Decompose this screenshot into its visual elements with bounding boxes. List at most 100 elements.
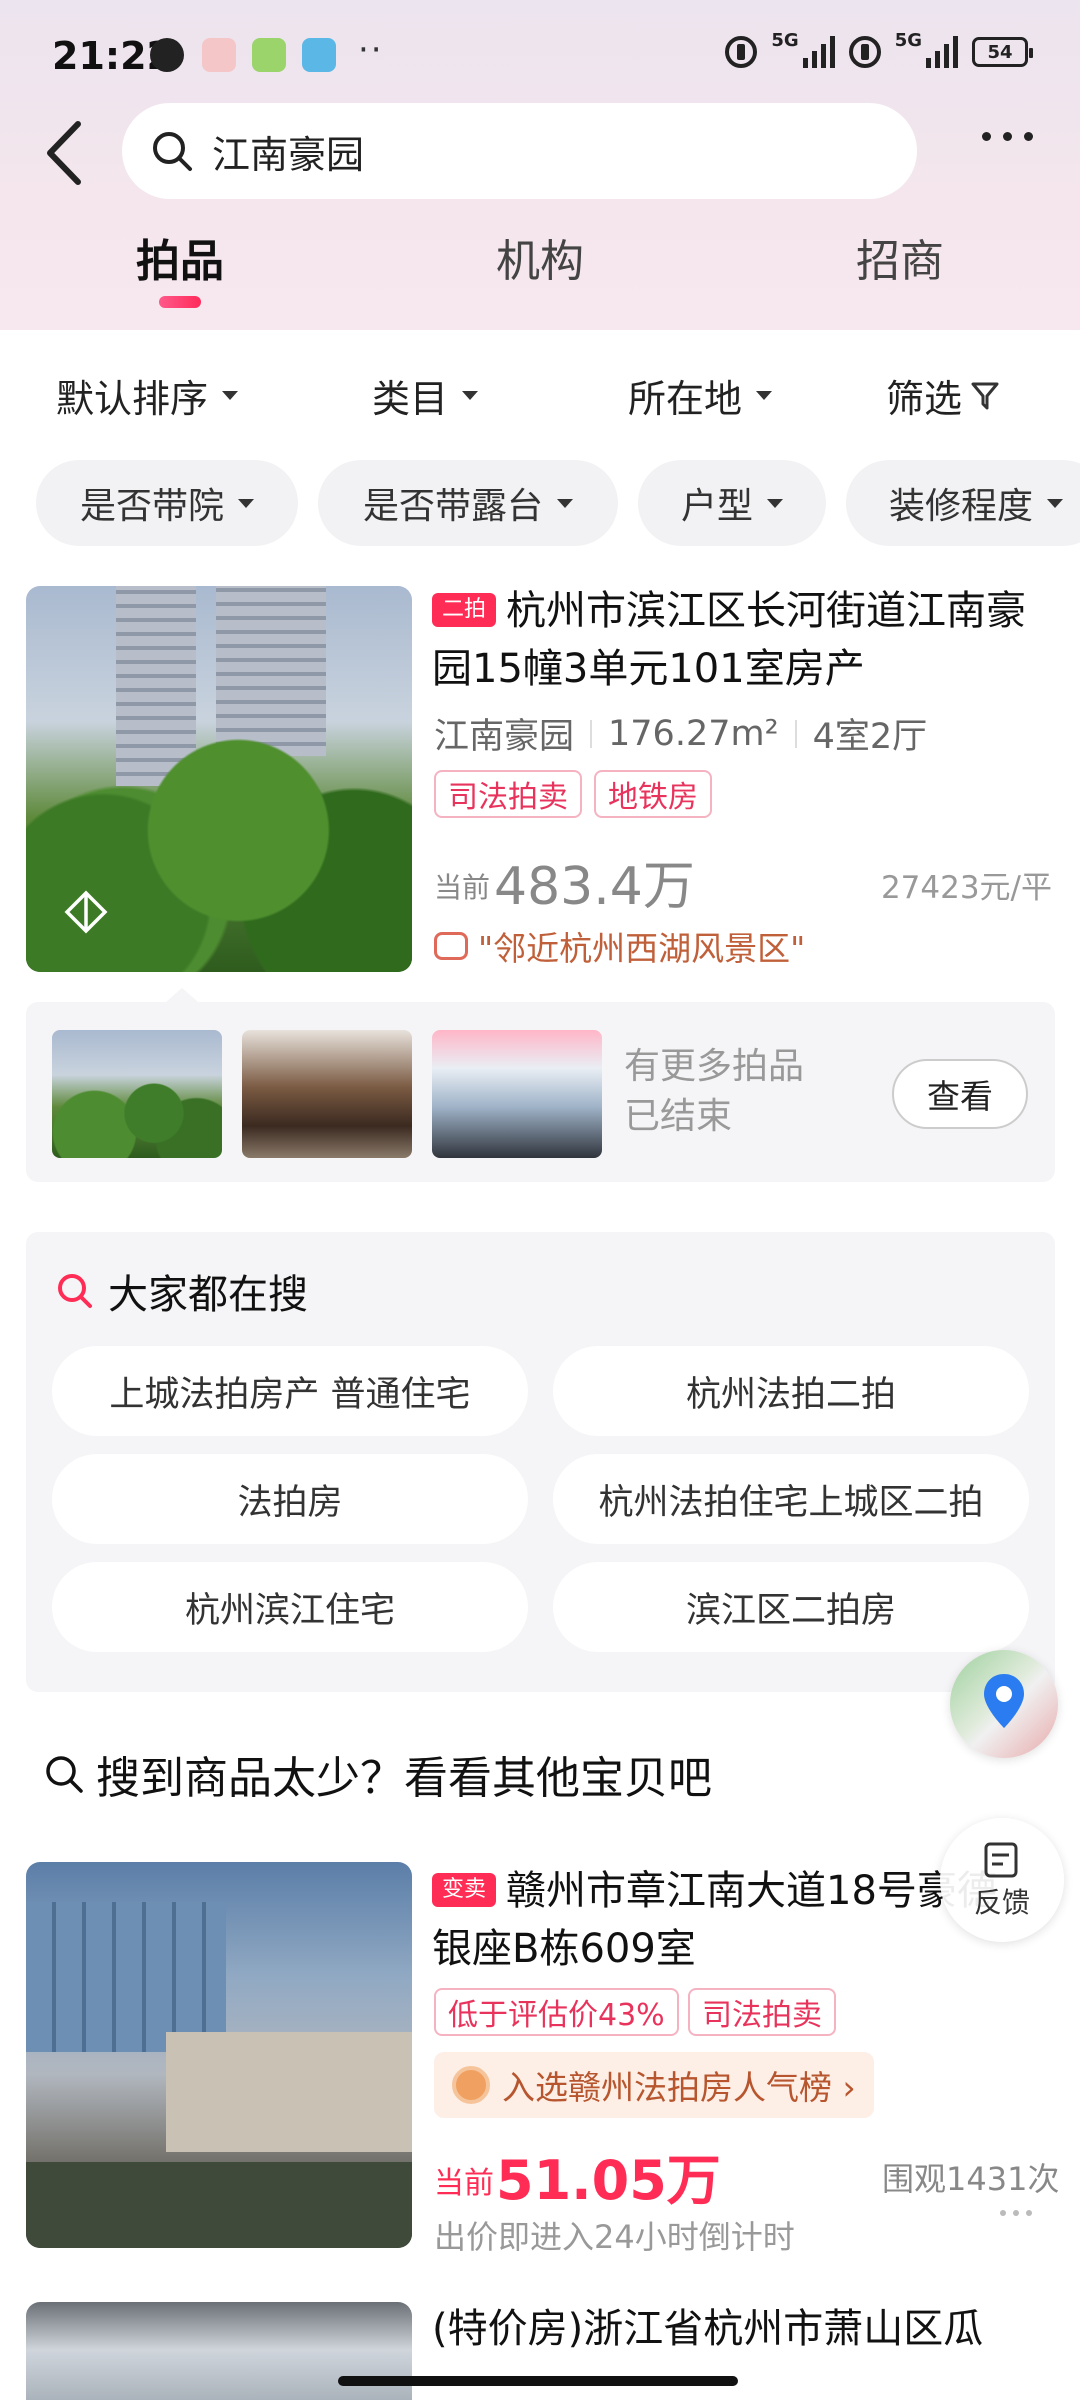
chip-floorplan[interactable]: 户型	[638, 460, 826, 546]
popular-searches-title: 大家都在搜	[56, 1262, 308, 1320]
popular-searches-title-text: 大家都在搜	[108, 1272, 308, 1318]
listing-meta: 江南豪园 176.27m² 4室2厅	[434, 708, 927, 759]
building-shape	[26, 1902, 226, 2052]
listing-photo[interactable]	[26, 1862, 412, 2248]
few-results-heading: 搜到商品太少？看看其他宝贝吧	[44, 1742, 712, 1806]
more-items-line1: 有更多拍品	[624, 1046, 805, 1087]
translate-app-icon	[302, 38, 336, 72]
network-type: 5G	[894, 29, 922, 51]
tree-shape	[26, 736, 412, 972]
popular-search-item[interactable]: 杭州法拍住宅上城区二拍	[553, 1454, 1029, 1544]
popular-search-item[interactable]: 杭州法拍二拍	[553, 1346, 1029, 1436]
back-arrow-icon[interactable]	[42, 118, 92, 188]
vr-view-icon[interactable]	[64, 890, 108, 934]
listing-title-text: 杭州市滨江区长河街道江南豪园15幢3单元101室房产	[432, 588, 1027, 692]
status-bar: 21:22 ·· 5G 5G 54	[0, 0, 1080, 110]
bear-app-icon	[150, 38, 184, 72]
ground-shape	[26, 2162, 412, 2248]
divider	[794, 719, 797, 748]
quote-text: "邻近杭州西湖风景区"	[478, 929, 806, 968]
caret-down-icon	[462, 391, 479, 400]
funnel-icon	[971, 382, 999, 409]
rank-text: 入选赣州法拍房人气榜 ›	[502, 2068, 856, 2107]
more-notifications-icon: ··	[358, 30, 384, 70]
search-icon	[153, 132, 192, 171]
location-pin-icon	[984, 1674, 1024, 1728]
caret-down-icon	[238, 498, 254, 508]
search-query: 江南豪园	[212, 132, 365, 177]
map-location-button[interactable]	[950, 1650, 1058, 1758]
second-auction-badge: 二拍	[432, 593, 497, 627]
listing-title[interactable]: 二拍 杭州市滨江区长河街道江南豪园15幢3单元101室房产	[432, 582, 1052, 698]
caret-down-icon	[222, 391, 239, 400]
current-price: 51.05万	[496, 2149, 721, 2212]
countdown-note: 出价即进入24小时倒计时	[434, 2218, 795, 2256]
view-more-button[interactable]: 查看	[892, 1059, 1028, 1129]
feedback-button[interactable]: 反馈	[940, 1818, 1064, 1942]
popular-searches-panel: 大家都在搜 上城法拍房产 普通住宅 杭州法拍二拍 法拍房 杭州法拍住宅上城区二拍…	[26, 1232, 1055, 1692]
chip-terrace[interactable]: 是否带露台	[318, 460, 618, 546]
tab-bar: 拍品 机构 招商	[0, 225, 1080, 325]
search-icon	[46, 1756, 83, 1793]
listing-title[interactable]: (特价房)浙江省杭州市萧山区瓜	[432, 2300, 1052, 2358]
tag-below-valuation: 低于评估价43%	[434, 1988, 679, 2036]
price-label: 当前	[434, 2166, 494, 2201]
quick-filter-chips: 是否带院 是否带露台 户型 装修程度	[0, 460, 1080, 546]
tab-auction-items[interactable]: 拍品	[136, 225, 224, 289]
thumbnail-1[interactable]	[52, 1030, 222, 1158]
medal-icon	[452, 2066, 490, 2104]
caret-down-icon	[557, 498, 573, 508]
popular-search-item[interactable]: 法拍房	[52, 1454, 528, 1544]
popular-search-item[interactable]: 上城法拍房产 普通住宅	[52, 1346, 528, 1436]
more-items-line2: 已结束	[624, 1096, 733, 1137]
sort-filter[interactable]: 默认排序	[56, 368, 239, 423]
battery-icon: 54	[972, 37, 1033, 67]
tag-judicial-auction: 司法拍卖	[434, 770, 582, 818]
search-icon	[58, 1274, 92, 1308]
more-options-icon[interactable]	[982, 132, 1033, 141]
tag-judicial-auction: 司法拍卖	[688, 1988, 836, 2036]
search-bar[interactable]: 江南豪园	[122, 103, 917, 199]
caret-down-icon	[756, 391, 773, 400]
view-count: 围观1431次	[882, 2160, 1060, 2198]
chat-bubble-icon	[434, 932, 468, 960]
boss-app-icon	[252, 38, 286, 72]
sale-type-badge: 变卖	[432, 1873, 497, 1907]
current-price: 483.4万	[494, 857, 695, 917]
tab-investment[interactable]: 招商	[856, 225, 944, 289]
room-layout: 4室2厅	[812, 717, 928, 757]
tab-institutions[interactable]: 机构	[496, 225, 584, 289]
popularity-rank-badge[interactable]: 入选赣州法拍房人气榜 ›	[434, 2052, 874, 2118]
category-filter[interactable]: 类目	[372, 368, 479, 423]
unit-price: 27423元/平	[880, 870, 1052, 906]
divider	[590, 719, 593, 748]
hd-icon	[725, 36, 758, 68]
building-shape	[166, 2032, 412, 2152]
screen-filter[interactable]: 筛选	[886, 368, 1000, 423]
chip-decoration[interactable]: 装修程度	[846, 460, 1080, 546]
floor-area: 176.27m²	[608, 713, 779, 754]
listing-title-text: 赣州市章江南大道18号豪德银座B栋609室	[432, 1868, 997, 1972]
highlight-quote: "邻近杭州西湖风景区"	[434, 922, 805, 970]
filter-bar: 默认排序 类目 所在地 筛选	[0, 360, 1080, 430]
home-indicator[interactable]	[338, 2376, 738, 2386]
chip-courtyard[interactable]: 是否带院	[36, 460, 298, 546]
thumbnail-2[interactable]	[242, 1030, 412, 1158]
caret-down-icon	[767, 498, 783, 508]
more-items-text: 有更多拍品 已结束	[624, 1042, 804, 1142]
listing-photo[interactable]	[26, 586, 412, 972]
edit-note-icon	[984, 1842, 1018, 1878]
caret-down-icon	[1047, 498, 1063, 508]
more-items-panel: 有更多拍品 已结束 查看	[26, 988, 1055, 1182]
hd-icon	[848, 36, 881, 68]
signal-icon	[926, 36, 958, 68]
popular-search-item[interactable]: 滨江区二拍房	[553, 1562, 1029, 1652]
location-filter[interactable]: 所在地	[628, 368, 773, 423]
few-results-text: 搜到商品太少？看看其他宝贝吧	[96, 1753, 712, 1804]
active-tab-indicator	[159, 296, 201, 308]
popular-search-item[interactable]: 杭州滨江住宅	[52, 1562, 528, 1652]
more-options-icon[interactable]	[1000, 2210, 1032, 2216]
community-name: 江南豪园	[434, 717, 575, 757]
thumbnail-3[interactable]	[432, 1030, 602, 1158]
pig-app-icon	[202, 38, 236, 72]
